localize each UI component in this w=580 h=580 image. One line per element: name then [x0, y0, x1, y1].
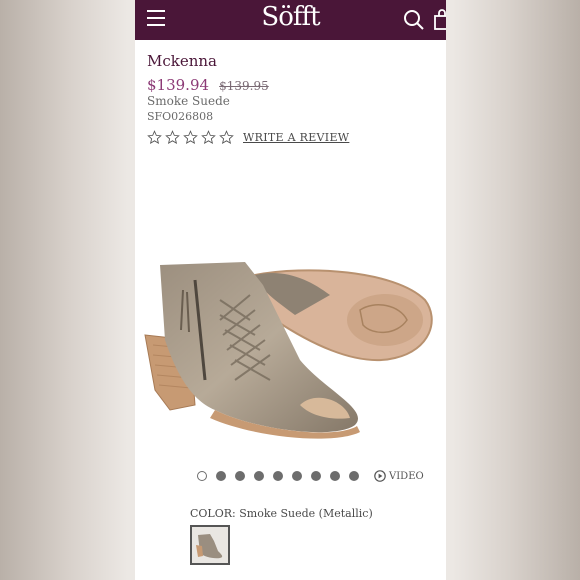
price-row: $139.94 $139.95 — [147, 75, 269, 94]
video-button[interactable]: VIDEO — [374, 470, 424, 482]
gallery-dot-4[interactable] — [254, 471, 264, 481]
gallery-dot-7[interactable] — [311, 471, 321, 481]
original-price: $139.95 — [219, 79, 269, 93]
swatch-shoe-thumbnail — [196, 534, 223, 559]
product-image[interactable] — [135, 240, 446, 465]
shopping-bag-icon[interactable] — [433, 9, 446, 31]
gallery-dot-8[interactable] — [330, 471, 340, 481]
top-navigation-bar: Söfft — [135, 0, 446, 40]
sale-price: $139.94 — [147, 76, 210, 94]
brand-logo[interactable]: Söfft — [135, 2, 446, 32]
color-swatch-smoke-suede[interactable] — [190, 525, 230, 565]
write-review-link[interactable]: WRITE A REVIEW — [243, 131, 349, 144]
rating-row: WRITE A REVIEW — [147, 130, 349, 145]
star-icon — [183, 130, 198, 145]
star-icon — [165, 130, 180, 145]
color-label: COLOR: Smoke Suede (Metallic) — [190, 507, 373, 520]
gallery-pagination: VIDEO — [197, 470, 424, 482]
gallery-dot-3[interactable] — [235, 471, 245, 481]
star-icon — [219, 130, 234, 145]
product-sku: SFO026808 — [147, 110, 214, 123]
search-icon[interactable] — [403, 9, 425, 31]
product-name: Mckenna — [147, 52, 217, 70]
gallery-dot-9[interactable] — [349, 471, 359, 481]
gallery-dot-2[interactable] — [216, 471, 226, 481]
play-icon — [374, 470, 386, 482]
phone-screen: Söfft Mckenna $139.94 $139.95 Smoke Sued… — [135, 0, 446, 580]
star-icon — [147, 130, 162, 145]
gallery-dot-1[interactable] — [197, 471, 207, 481]
video-label: VIDEO — [389, 470, 424, 482]
gallery-dot-6[interactable] — [292, 471, 302, 481]
gallery-dot-5[interactable] — [273, 471, 283, 481]
product-color-name: Smoke Suede — [147, 94, 230, 108]
star-icon — [201, 130, 216, 145]
